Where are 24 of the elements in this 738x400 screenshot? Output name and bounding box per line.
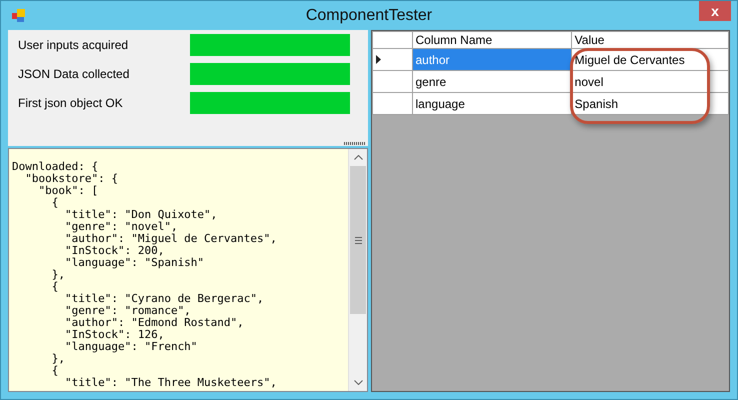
column-header[interactable]: Column Name — [412, 32, 572, 48]
scroll-thumb[interactable] — [350, 166, 366, 314]
scrollbar[interactable] — [348, 149, 367, 391]
scroll-down-icon[interactable] — [354, 380, 362, 385]
table-cell[interactable]: genre — [412, 70, 572, 92]
app-icon — [11, 8, 27, 24]
data-grid[interactable]: Column Name Value author Miguel de Cervantes genre novel language Spanish — [371, 30, 730, 392]
current-row-icon — [376, 54, 381, 64]
json-output-text: Downloaded: { "bookstore": { "book": [ { "title": "Don Quixote", "genre": "novel", "author": "Miguel de Cervantes", "InStock": 200, "language": "Spanish" }, { "title": "Cyrano de Bergerac", "genre": "romance", "author": "Edmond Rostand", "InStock": 126, "language": "French" }, { "title": "The Three Musketeers", — [11, 159, 278, 391]
window-title: ComponentTester — [304, 6, 434, 24]
output-textbox[interactable] — [8, 148, 368, 392]
splitter-grip[interactable] — [344, 142, 366, 145]
status-label: User inputs acquired — [18, 38, 130, 52]
table-cell[interactable]: language — [412, 92, 572, 114]
grip-icon — [354, 236, 362, 244]
table-cell[interactable]: novel — [571, 70, 728, 92]
row-header[interactable] — [372, 48, 412, 70]
column-header[interactable]: Value — [571, 32, 728, 48]
close-button[interactable]: x — [699, 1, 731, 21]
status-label: First json object OK — [18, 96, 124, 110]
table-cell[interactable]: Spanish — [571, 92, 728, 114]
table-cell[interactable]: author — [412, 48, 572, 70]
status-label: JSON Data collected — [18, 67, 130, 81]
scroll-up-icon[interactable] — [354, 155, 362, 160]
